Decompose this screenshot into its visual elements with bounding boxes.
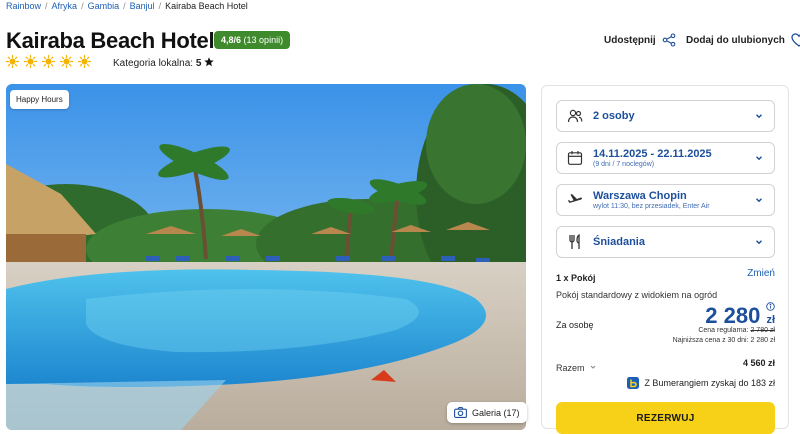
guests-select[interactable]: 2 osoby (556, 100, 775, 132)
room-description: Pokój standardowy z widokiem na ogród (556, 290, 718, 300)
calendar-icon (567, 151, 583, 165)
dates-duration: (9 dni / 7 noclegów) (593, 161, 655, 168)
total-label: Razem (556, 363, 585, 373)
breadcrumb-separator: / (81, 1, 84, 11)
sun-rating (6, 55, 91, 68)
cutlery-icon (569, 234, 580, 249)
chevron-down-icon (756, 156, 762, 161)
chevron-down-icon (590, 365, 596, 369)
breadcrumb: Rainbow / Afryka / Gambia / Banjul / Kairaba Bea… (6, 1, 248, 11)
bumerang-text: Z Bumerangiem zyskaj do 183 zł (644, 378, 775, 388)
sun-icon (6, 55, 19, 68)
regular-price-value: 2 780 zł (750, 327, 775, 334)
info-icon[interactable] (766, 302, 775, 311)
lowest-price-row: Najniższa cena z 30 dni: 2 280 zł (556, 337, 775, 344)
heart-icon (791, 33, 800, 47)
breadcrumb-separator: / (158, 1, 162, 11)
breadcrumb-link-rainbow[interactable]: Rainbow (6, 1, 41, 11)
room-row: 1 x Pokój Zmień (556, 268, 775, 286)
sun-icon (24, 55, 37, 68)
hotel-photo[interactable] (6, 84, 526, 430)
booking-panel: 2 osoby 14.11.2025 - 22.11.2025 (9 dni / … (541, 85, 789, 434)
share-button[interactable]: Udostępnij (604, 33, 676, 47)
favorite-button[interactable]: Dodaj do ulubionych (686, 33, 800, 47)
breadcrumb-link-banjul[interactable]: Banjul (130, 1, 155, 11)
departure-details: wylot 11:30, bez przesiadek, Enter Air (593, 203, 710, 210)
chevron-down-icon (756, 240, 762, 245)
category-label: Kategoria lokalna: (113, 58, 194, 69)
breadcrumb-link-afryka[interactable]: Afryka (52, 1, 78, 11)
total-value: 4 560 zł (742, 358, 775, 368)
sun-icon (78, 55, 91, 68)
sun-icon (42, 55, 55, 68)
breadcrumb-separator: / (123, 1, 126, 11)
price-value: 2 280 (705, 303, 761, 328)
chevron-down-icon (756, 198, 762, 203)
room-count: 1 x Pokój (556, 273, 596, 283)
local-category: Kategoria lokalna: 5 (113, 57, 214, 69)
price-per-person: 2 280 zł (705, 303, 775, 329)
rating-count: (13 opinii) (243, 35, 284, 45)
gallery-button[interactable]: Galeria (17) (447, 402, 527, 423)
breadcrumb-link-gambia[interactable]: Gambia (88, 1, 120, 11)
breadcrumb-separator: / (45, 1, 48, 11)
lowest-price-30-days: Najniższa cena z 30 dni: 2 280 zł (672, 337, 775, 344)
bumerang-row: Z Bumerangiem zyskaj do 183 zł (556, 377, 775, 389)
plane-icon (568, 194, 582, 203)
star-icon (204, 57, 214, 67)
share-icon (662, 33, 676, 47)
pool-scene-image (6, 84, 526, 430)
breadcrumb-current: Kairaba Beach Hotel (165, 1, 248, 11)
room-description-row: Pokój standardowy z widokiem na ogród (556, 285, 775, 303)
gallery-label: Galeria (17) (472, 407, 520, 418)
happy-hours-badge: Happy Hours (10, 90, 69, 109)
total-row[interactable]: Razem 4 560 zł (556, 358, 775, 376)
change-room-link[interactable]: Zmień (747, 268, 775, 279)
regular-price-label: Cena regularna: (698, 327, 749, 334)
dates-value: 14.11.2025 - 22.11.2025 (593, 148, 712, 160)
dates-select[interactable]: 14.11.2025 - 22.11.2025 (9 dni / 7 nocleg… (556, 142, 775, 174)
hotel-title: Kairaba Beach Hotel (6, 28, 215, 53)
board-value: Śniadania (593, 236, 645, 248)
share-label: Udostępnij (604, 34, 656, 46)
people-icon (567, 109, 583, 123)
bumerang-logo-icon (627, 377, 640, 389)
rating-badge[interactable]: 4,8/6 (13 opinii) (214, 31, 291, 49)
guests-value: 2 osoby (593, 110, 635, 122)
board-select[interactable]: Śniadania (556, 226, 775, 258)
departure-airport: Warszawa Chopin (593, 190, 687, 202)
camera-icon (454, 407, 467, 418)
category-value: 5 (195, 58, 202, 69)
departure-select[interactable]: Warszawa Chopin wylot 11:30, bez przesiad… (556, 184, 775, 216)
chevron-down-icon (756, 114, 762, 119)
sun-icon (60, 55, 73, 68)
favorite-label: Dodaj do ulubionych (686, 34, 785, 46)
price-currency: zł (766, 314, 775, 326)
regular-price-row: Cena regularna: 2 780 zł (556, 327, 775, 334)
book-button[interactable]: REZERWUJ (556, 402, 775, 434)
rating-score: 4,8/6 (221, 35, 242, 45)
